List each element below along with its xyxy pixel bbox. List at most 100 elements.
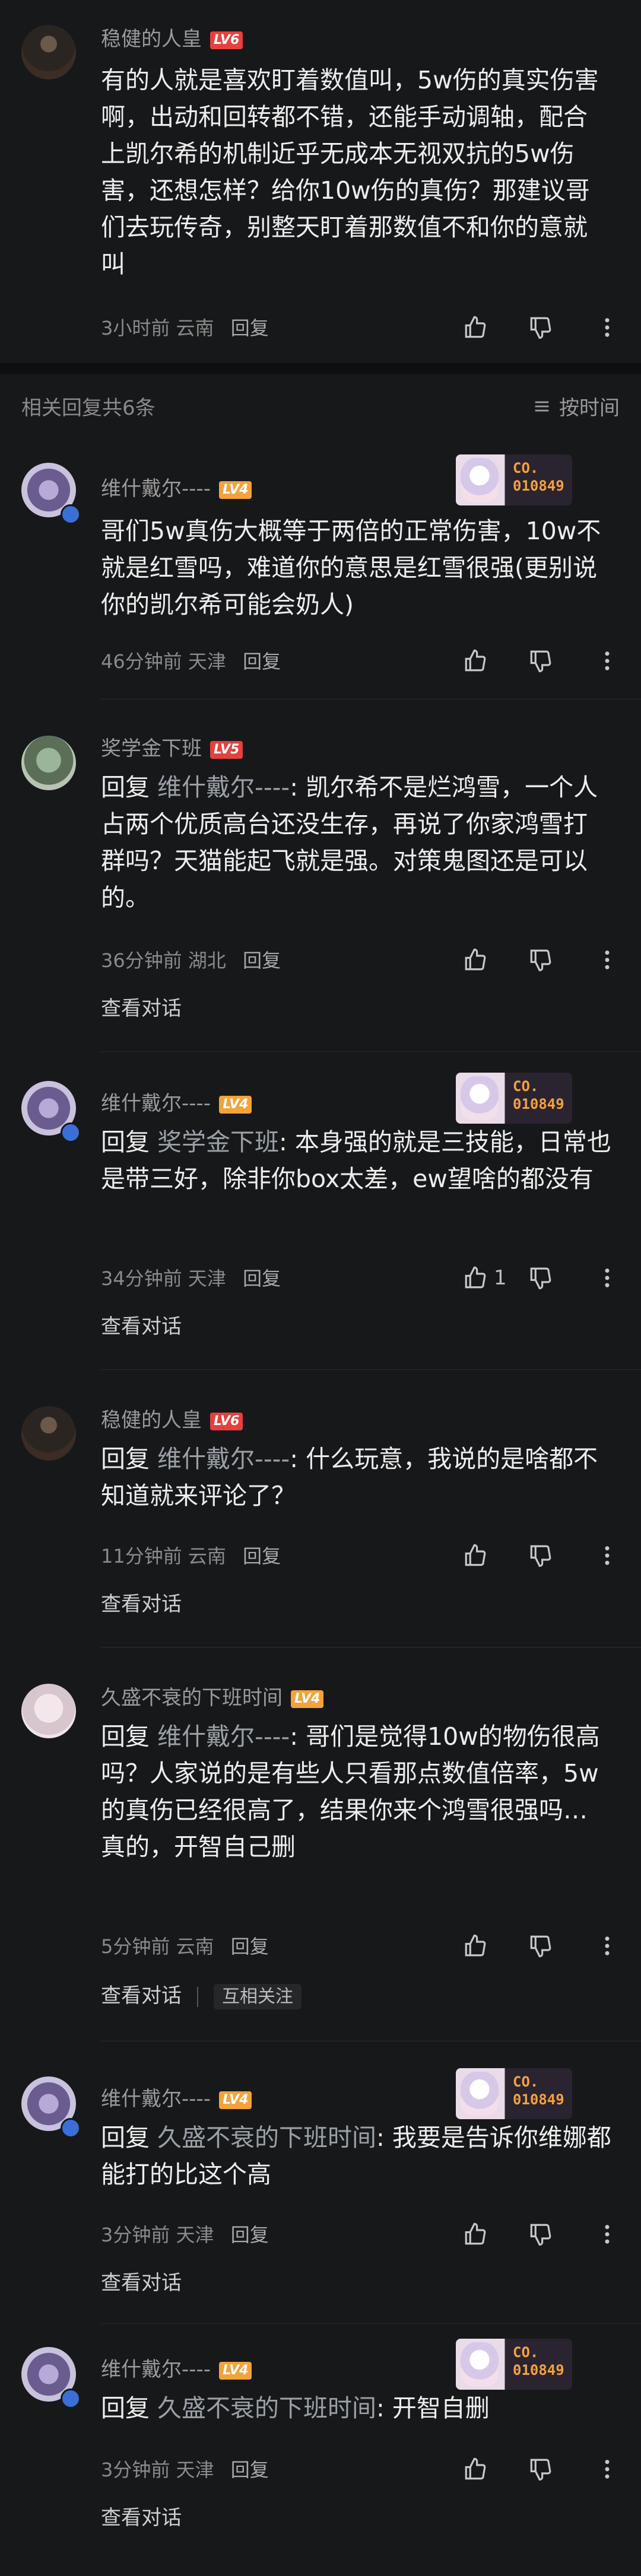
more-button[interactable] [595, 2216, 620, 2252]
sort-button[interactable]: 按时间 [532, 392, 620, 421]
username[interactable]: 稳健的人皇 LV6 [101, 1404, 243, 1433]
thumbs-up-icon [465, 1934, 486, 1957]
reply-item: 维什戴尔---- LV4 CO. 010849 回复 久盛不衰的下班时间: 我要是… [0, 2053, 641, 2326]
reply-prefix: 回复 [101, 2394, 158, 2422]
like-button[interactable] [463, 643, 488, 679]
fan-card[interactable]: CO. 010849 [456, 2068, 572, 2119]
comment-meta: 36分钟前 湖北 回复 [101, 946, 281, 973]
reply-button[interactable]: 回复 [231, 317, 269, 339]
dislike-button[interactable] [528, 2451, 553, 2487]
location: 天津 [176, 2224, 214, 2246]
more-vertical-icon [605, 2225, 610, 2244]
reply-prefix: 回复 [101, 1722, 158, 1751]
reply-item: 维什戴尔---- LV4 CO. 010849 回复 奖学金下班: 本身强的就是三… [0, 1056, 641, 1370]
reply-button[interactable]: 回复 [243, 1267, 281, 1290]
avatar[interactable] [21, 1684, 76, 1738]
comment-text: 回复 久盛不衰的下班时间: 开智自删 [101, 2394, 490, 2422]
thumbs-down-icon [530, 1935, 551, 1958]
comment-text: 回复 维什戴尔----: 凯尔希不是烂鸿雪，一个人占两个优质高台还没生存，再说了… [101, 773, 598, 912]
dislike-button[interactable] [528, 1928, 553, 1964]
reply-button[interactable]: 回复 [243, 650, 281, 673]
like-button[interactable] [463, 2216, 488, 2252]
like-button[interactable] [463, 942, 488, 978]
fan-card-image [461, 2072, 499, 2116]
reply-button[interactable]: 回复 [243, 1545, 281, 1567]
fan-card[interactable]: CO. 010849 [456, 454, 572, 505]
divider [101, 1051, 641, 1052]
view-conversation-button[interactable]: 查看对话 [101, 1310, 182, 1339]
dislike-button[interactable] [528, 310, 553, 345]
view-conversation-button[interactable]: 查看对话 [101, 2266, 182, 2295]
fan-card-number: CO. 010849 [513, 460, 564, 494]
reply-target-user[interactable]: 久盛不衰的下班时间 [157, 2394, 376, 2422]
comment-meta: 46分钟前 天津 回复 [101, 647, 281, 674]
reply-button[interactable]: 回复 [231, 1935, 269, 1958]
more-button[interactable] [595, 310, 620, 345]
reply-target-user[interactable]: 奖学金下班 [157, 1128, 279, 1156]
fan-card-image [461, 458, 499, 502]
comment-meta: 11分钟前 云南 回复 [101, 1541, 281, 1569]
replies-count: 相关回复共6条 [21, 396, 156, 420]
more-vertical-icon [605, 1546, 610, 1565]
reply-button[interactable]: 回复 [231, 2459, 269, 2481]
like-button[interactable] [463, 2451, 488, 2487]
more-button[interactable] [595, 1928, 620, 1964]
dislike-button[interactable] [528, 643, 553, 679]
timestamp: 3分钟前 [101, 2459, 170, 2481]
level-badge: LV4 [219, 2361, 252, 2380]
fan-card[interactable]: CO. 010849 [456, 1073, 572, 1124]
reply-target-user[interactable]: 维什戴尔---- [157, 1722, 290, 1751]
timestamp: 36分钟前 [101, 949, 182, 972]
username[interactable]: 维什戴尔---- LV4 [101, 2353, 252, 2382]
dislike-button[interactable] [528, 1538, 553, 1573]
username[interactable]: 维什戴尔---- LV4 [101, 472, 252, 501]
dislike-button[interactable] [528, 2216, 553, 2252]
like-button[interactable]: 1 [463, 1260, 507, 1296]
more-button[interactable] [595, 643, 620, 679]
reply-target-user[interactable]: 久盛不衰的下班时间 [157, 2123, 376, 2152]
thumbs-up-icon [465, 1266, 486, 1289]
like-button[interactable] [463, 1538, 488, 1573]
divider [101, 1647, 641, 1648]
reply-prefix: 回复 [101, 773, 158, 802]
level-badge: LV4 [219, 2091, 252, 2109]
comment-text: 哥们5w真伤大概等于两倍的正常伤害，10w不就是红雪吗，难道你的意思是红雪很强(… [101, 517, 601, 619]
username[interactable]: 维什戴尔---- LV4 [101, 2082, 252, 2111]
reply-item: 久盛不衰的下班时间 LV4 回复 维什戴尔----: 哥们是觉得10w的物伤很高吗… [0, 1649, 641, 2053]
verified-badge [61, 1122, 81, 1143]
username[interactable]: 久盛不衰的下班时间 LV4 [101, 1681, 324, 1710]
section-divider [0, 363, 641, 374]
divider [101, 1369, 641, 1370]
username[interactable]: 维什戴尔---- LV4 [101, 1087, 252, 1116]
avatar[interactable] [21, 736, 76, 790]
more-button[interactable] [595, 2451, 620, 2487]
more-button[interactable] [595, 1260, 620, 1296]
thumbs-up-icon [465, 948, 486, 971]
view-conversation-button[interactable]: 查看对话 [101, 992, 182, 1021]
username[interactable]: 稳健的人皇 LV6 [101, 23, 243, 52]
reply-button[interactable]: 回复 [231, 2224, 269, 2246]
reply-item: 维什戴尔---- LV4 CO. 010849 哥们5w真伤大概等于两倍的正常伤害… [0, 451, 641, 700]
more-vertical-icon [605, 2460, 610, 2479]
more-button[interactable] [595, 1538, 620, 1573]
avatar[interactable] [21, 1406, 76, 1461]
fan-card[interactable]: CO. 010849 [456, 2339, 572, 2390]
more-button[interactable] [595, 942, 620, 978]
reply-target-user[interactable]: 维什戴尔---- [157, 1445, 290, 1473]
timestamp: 46分钟前 [101, 650, 182, 673]
username[interactable]: 奖学金下班 LV5 [101, 732, 243, 761]
like-button[interactable] [463, 1928, 488, 1964]
thumbs-up-icon [465, 1544, 486, 1566]
dislike-button[interactable] [528, 942, 553, 978]
top-comment: 稳健的人皇 LV6 有的人就是喜欢盯着数值叫，5w伤的真实伤害啊，出动和回转都不错… [0, 0, 641, 356]
like-button[interactable] [463, 310, 488, 345]
avatar[interactable] [21, 25, 76, 79]
timestamp: 3小时前 [101, 317, 170, 339]
reply-target-user[interactable]: 维什戴尔---- [157, 773, 290, 802]
view-conversation-button[interactable]: 查看对话 [101, 1984, 182, 2008]
reply-button[interactable]: 回复 [243, 949, 281, 972]
view-conversation-button[interactable]: 查看对话 [101, 2501, 182, 2530]
dislike-button[interactable] [528, 1260, 553, 1296]
separator [197, 1986, 198, 2007]
view-conversation-button[interactable]: 查看对话 [101, 1588, 182, 1617]
